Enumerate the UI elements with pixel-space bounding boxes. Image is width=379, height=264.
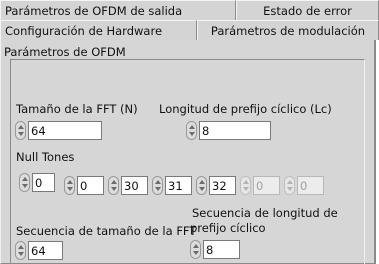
null-tones-spinner-icon[interactable] <box>152 176 163 195</box>
null-tones-value[interactable]: 31 <box>165 176 192 195</box>
cp-length-spinner-icon[interactable] <box>186 121 197 140</box>
null-tones-value: 0 <box>253 176 280 195</box>
null-tones-value: 0 <box>297 176 324 195</box>
fft-size-input[interactable]: 64 <box>28 121 102 140</box>
cp-seq-label-line2: prefijo cíclico <box>190 221 266 235</box>
fft-size-spinner-icon[interactable] <box>15 121 26 140</box>
null-tones-value[interactable]: 30 <box>121 176 148 195</box>
tab-ofdm-output-params[interactable]: Parámetros de OFDM de salida <box>0 0 236 20</box>
tab-row-bottom: Configuración de Hardware Parámetros de … <box>0 20 379 40</box>
null-tones-index-input[interactable]: 0 <box>32 173 55 192</box>
fft-seq-label: Secuencia de tamaño de la FFT <box>16 224 197 238</box>
tab-row-top: Parámetros de OFDM de salida Estado de e… <box>0 0 379 20</box>
null-tones-value[interactable]: 0 <box>77 176 104 195</box>
cp-seq-spinner-icon[interactable] <box>190 240 201 259</box>
null-tones-spinner-icon <box>240 176 251 195</box>
tab-error-status[interactable]: Estado de error <box>236 0 379 20</box>
cp-seq-label-line1: Secuencia de longitud de <box>192 206 338 220</box>
null-tones-spinner-icon[interactable] <box>108 176 119 195</box>
null-tones-index-spinner-icon[interactable] <box>19 173 30 192</box>
tab-hardware-config[interactable]: Configuración de Hardware <box>0 20 197 40</box>
cp-seq-input[interactable]: 8 <box>203 240 240 259</box>
null-tones-label: Null Tones <box>16 150 75 164</box>
fft-seq-input[interactable]: 64 <box>28 241 63 260</box>
cp-length-label: Longitud de prefijo cíclico (Lc) <box>159 102 332 116</box>
panel-title: Parámetros de OFDM <box>4 45 126 59</box>
null-tones-spinner-icon[interactable] <box>64 176 75 195</box>
null-tones-value[interactable]: 32 <box>209 176 236 195</box>
tab-modulation-params[interactable]: Parámetros de modulación <box>197 20 379 40</box>
null-tones-spinner-icon[interactable] <box>196 176 207 195</box>
fft-seq-spinner-icon[interactable] <box>15 241 26 260</box>
cp-length-input[interactable]: 8 <box>199 121 271 140</box>
null-tones-spinner-icon <box>284 176 295 195</box>
fft-size-label: Tamaño de la FFT (N) <box>16 102 138 116</box>
